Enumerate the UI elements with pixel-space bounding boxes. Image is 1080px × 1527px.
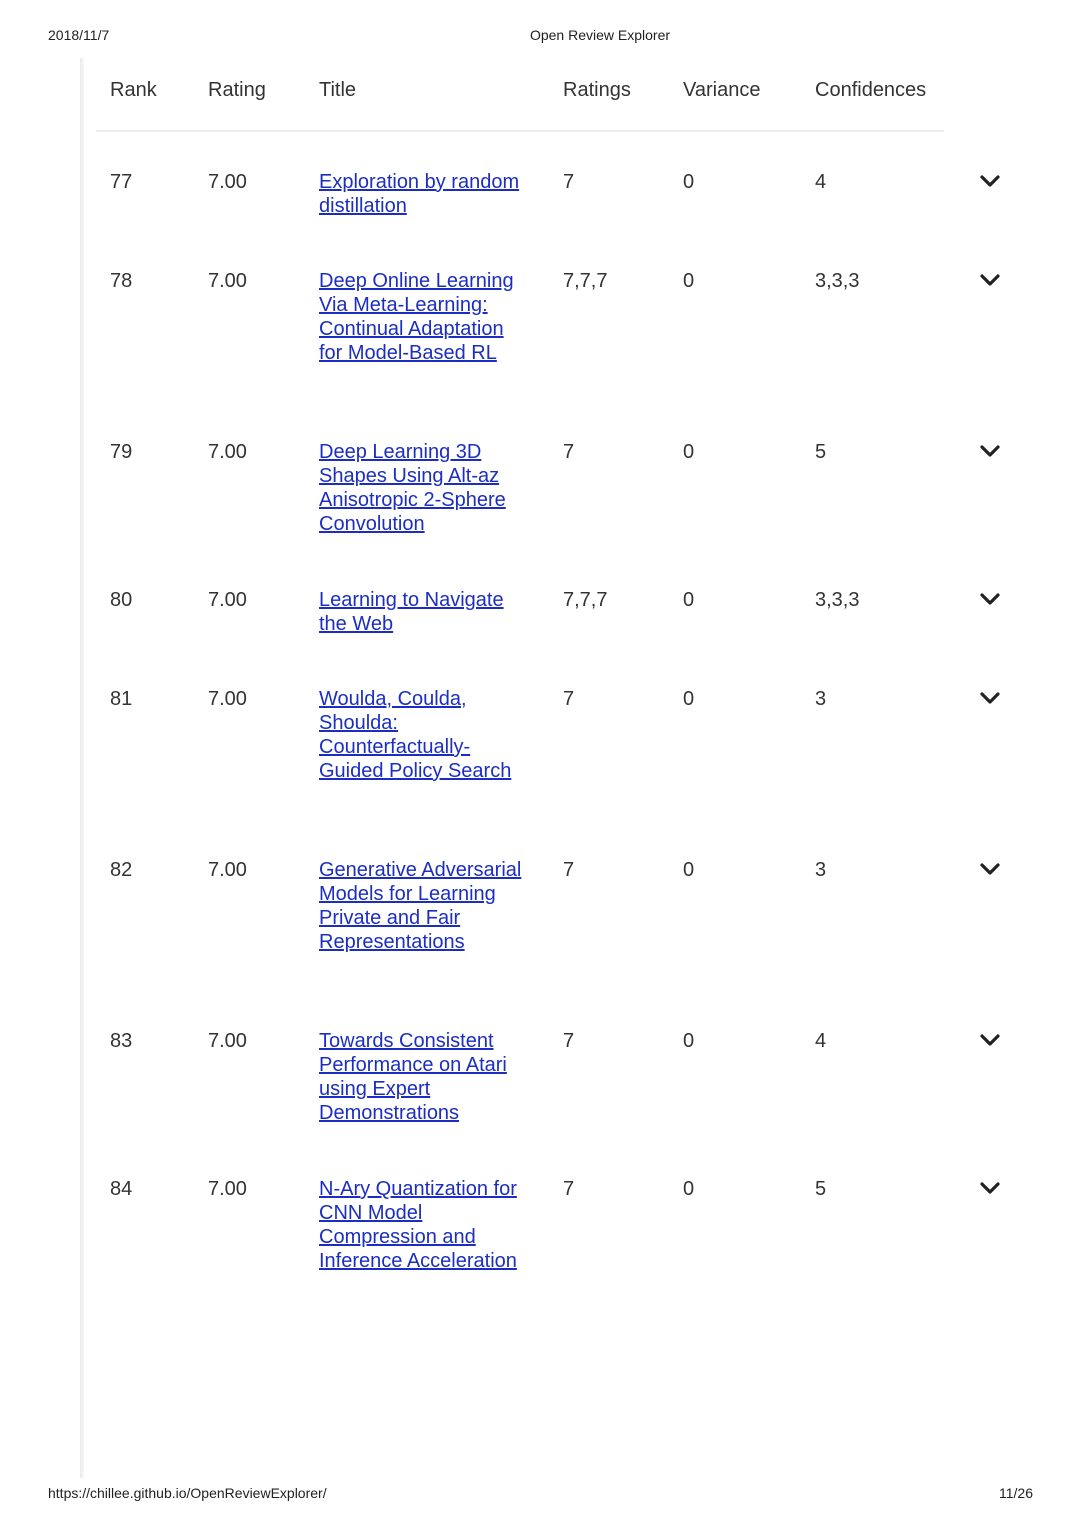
rating-cell: 7.00 (208, 688, 247, 710)
column-header-confidences[interactable]: Confidences (815, 79, 926, 102)
paper-title-link[interactable]: Towards Consistent Performance on Atari … (319, 1029, 524, 1125)
column-header-rank[interactable]: Rank (110, 79, 157, 102)
confidences-cell: 3 (815, 859, 827, 881)
rating-cell: 7.00 (208, 859, 247, 881)
table-header: Rank Rating Title Ratings Variance Confi… (96, 60, 944, 132)
variance-cell: 0 (683, 688, 695, 710)
expand-row-button[interactable] (980, 588, 1000, 612)
chevron-down-icon[interactable] (980, 592, 1000, 606)
ratings-cell: 7 (563, 441, 575, 463)
title-cell: Learning to Navigate the Web (319, 588, 524, 636)
rank-cell: 82 (110, 859, 133, 881)
title-cell: Generative Adversarial Models for Learni… (319, 858, 524, 954)
chevron-down-icon[interactable] (980, 444, 1000, 458)
expand-row-button[interactable] (980, 858, 1000, 882)
rating-cell: 7.00 (208, 270, 247, 292)
rank-cell: 79 (110, 441, 133, 463)
page-left-edge (80, 58, 84, 1478)
expand-row-button[interactable] (980, 1029, 1000, 1053)
paper-title-link[interactable]: Deep Learning 3D Shapes Using Alt-az Ani… (319, 440, 524, 536)
confidences-cell: 3,3,3 (815, 270, 860, 292)
variance-cell: 0 (683, 171, 695, 193)
expand-row-button[interactable] (980, 269, 1000, 293)
paper-title-link[interactable]: N-Ary Quantization for CNN Model Compres… (319, 1177, 524, 1273)
rank-cell: 83 (110, 1030, 133, 1052)
rank-cell: 81 (110, 688, 133, 710)
chevron-down-icon[interactable] (980, 1033, 1000, 1047)
column-header-ratings[interactable]: Ratings (563, 79, 631, 102)
rank-cell: 78 (110, 270, 133, 292)
title-cell: N-Ary Quantization for CNN Model Compres… (319, 1177, 524, 1273)
expand-row-button[interactable] (980, 170, 1000, 194)
confidences-cell: 4 (815, 171, 827, 193)
rating-cell: 7.00 (208, 171, 247, 193)
ratings-cell: 7,7,7 (563, 270, 608, 292)
ratings-cell: 7 (563, 1178, 575, 1200)
paper-title-link[interactable]: Exploration by random distillation (319, 170, 524, 218)
title-cell: Deep Learning 3D Shapes Using Alt-az Ani… (319, 440, 524, 536)
variance-cell: 0 (683, 589, 695, 611)
paper-title-link[interactable]: Learning to Navigate the Web (319, 588, 524, 636)
paper-title-link[interactable]: Woulda, Coulda, Shoulda: Counterfactuall… (319, 687, 524, 783)
rankings-table: Rank Rating Title Ratings Variance Confi… (96, 60, 1036, 1272)
rating-cell: 7.00 (208, 441, 247, 463)
chevron-down-icon[interactable] (980, 1181, 1000, 1195)
expand-row-button[interactable] (980, 687, 1000, 711)
confidences-cell: 4 (815, 1030, 827, 1052)
confidences-cell: 3,3,3 (815, 589, 860, 611)
variance-cell: 0 (683, 859, 695, 881)
variance-cell: 0 (683, 1178, 695, 1200)
rating-cell: 7.00 (208, 589, 247, 611)
title-cell: Towards Consistent Performance on Atari … (319, 1029, 524, 1125)
confidences-cell: 5 (815, 441, 827, 463)
ratings-cell: 7,7,7 (563, 589, 608, 611)
variance-cell: 0 (683, 270, 695, 292)
rank-cell: 80 (110, 589, 133, 611)
rank-cell: 77 (110, 171, 133, 193)
confidences-cell: 3 (815, 688, 827, 710)
title-cell: Exploration by random distillation (319, 170, 524, 218)
chevron-down-icon[interactable] (980, 862, 1000, 876)
column-header-rating[interactable]: Rating (208, 79, 266, 102)
print-url: https://chillee.github.io/OpenReviewExpl… (48, 1485, 327, 1501)
rating-cell: 7.00 (208, 1178, 247, 1200)
ratings-cell: 7 (563, 1030, 575, 1052)
variance-cell: 0 (683, 441, 695, 463)
print-page-title: Open Review Explorer (529, 27, 671, 43)
ratings-cell: 7 (563, 859, 575, 881)
column-header-title[interactable]: Title (319, 79, 524, 102)
rating-cell: 7.00 (208, 1030, 247, 1052)
chevron-down-icon[interactable] (980, 174, 1000, 188)
chevron-down-icon[interactable] (980, 273, 1000, 287)
title-cell: Woulda, Coulda, Shoulda: Counterfactuall… (319, 687, 524, 783)
expand-row-button[interactable] (980, 440, 1000, 464)
rank-cell: 84 (110, 1178, 133, 1200)
expand-row-button[interactable] (980, 1177, 1000, 1201)
title-cell: Deep Online Learning Via Meta-Learning: … (319, 269, 524, 365)
paper-title-link[interactable]: Deep Online Learning Via Meta-Learning: … (319, 269, 524, 365)
confidences-cell: 5 (815, 1178, 827, 1200)
column-header-variance[interactable]: Variance (683, 79, 760, 102)
print-page-number: 11/26 (999, 1485, 1033, 1501)
paper-title-link[interactable]: Generative Adversarial Models for Learni… (319, 858, 524, 954)
chevron-down-icon[interactable] (980, 691, 1000, 705)
ratings-cell: 7 (563, 688, 575, 710)
variance-cell: 0 (683, 1030, 695, 1052)
ratings-cell: 7 (563, 171, 575, 193)
